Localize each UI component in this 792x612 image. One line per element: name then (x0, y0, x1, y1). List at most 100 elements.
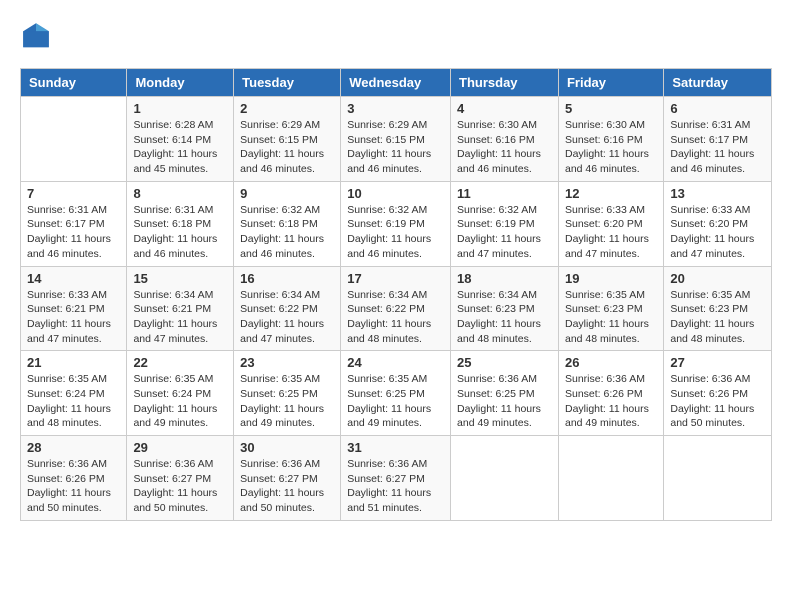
logo-icon (20, 20, 52, 52)
day-number: 19 (565, 271, 657, 286)
day-number: 4 (457, 101, 552, 116)
calendar-cell: 30 Sunrise: 6:36 AMSunset: 6:27 PMDaylig… (234, 436, 341, 521)
calendar-cell: 18 Sunrise: 6:34 AMSunset: 6:23 PMDaylig… (451, 266, 559, 351)
day-info: Sunrise: 6:29 AMSunset: 6:15 PMDaylight:… (240, 119, 324, 175)
calendar-cell (664, 436, 772, 521)
calendar-cell: 7 Sunrise: 6:31 AMSunset: 6:17 PMDayligh… (21, 181, 127, 266)
day-number: 20 (670, 271, 765, 286)
header-friday: Friday (558, 69, 663, 97)
calendar-cell: 12 Sunrise: 6:33 AMSunset: 6:20 PMDaylig… (558, 181, 663, 266)
calendar-cell: 20 Sunrise: 6:35 AMSunset: 6:23 PMDaylig… (664, 266, 772, 351)
header-tuesday: Tuesday (234, 69, 341, 97)
day-info: Sunrise: 6:34 AMSunset: 6:21 PMDaylight:… (133, 289, 217, 345)
day-info: Sunrise: 6:36 AMSunset: 6:25 PMDaylight:… (457, 373, 541, 429)
calendar-cell: 8 Sunrise: 6:31 AMSunset: 6:18 PMDayligh… (127, 181, 234, 266)
day-info: Sunrise: 6:29 AMSunset: 6:15 PMDaylight:… (347, 119, 431, 175)
day-number: 16 (240, 271, 334, 286)
day-info: Sunrise: 6:34 AMSunset: 6:22 PMDaylight:… (240, 289, 324, 345)
day-info: Sunrise: 6:32 AMSunset: 6:19 PMDaylight:… (347, 204, 431, 260)
calendar-cell: 29 Sunrise: 6:36 AMSunset: 6:27 PMDaylig… (127, 436, 234, 521)
day-number: 2 (240, 101, 334, 116)
week-row-5: 28 Sunrise: 6:36 AMSunset: 6:26 PMDaylig… (21, 436, 772, 521)
day-number: 15 (133, 271, 227, 286)
header-wednesday: Wednesday (341, 69, 451, 97)
header-thursday: Thursday (451, 69, 559, 97)
day-info: Sunrise: 6:35 AMSunset: 6:24 PMDaylight:… (27, 373, 111, 429)
week-row-2: 7 Sunrise: 6:31 AMSunset: 6:17 PMDayligh… (21, 181, 772, 266)
header-sunday: Sunday (21, 69, 127, 97)
day-info: Sunrise: 6:31 AMSunset: 6:18 PMDaylight:… (133, 204, 217, 260)
day-number: 7 (27, 186, 120, 201)
day-info: Sunrise: 6:33 AMSunset: 6:20 PMDaylight:… (670, 204, 754, 260)
day-info: Sunrise: 6:36 AMSunset: 6:27 PMDaylight:… (240, 458, 324, 514)
calendar-cell: 2 Sunrise: 6:29 AMSunset: 6:15 PMDayligh… (234, 97, 341, 182)
calendar-cell: 22 Sunrise: 6:35 AMSunset: 6:24 PMDaylig… (127, 351, 234, 436)
calendar-cell: 24 Sunrise: 6:35 AMSunset: 6:25 PMDaylig… (341, 351, 451, 436)
day-info: Sunrise: 6:35 AMSunset: 6:23 PMDaylight:… (670, 289, 754, 345)
header-row: SundayMondayTuesdayWednesdayThursdayFrid… (21, 69, 772, 97)
week-row-4: 21 Sunrise: 6:35 AMSunset: 6:24 PMDaylig… (21, 351, 772, 436)
day-number: 14 (27, 271, 120, 286)
calendar-cell: 16 Sunrise: 6:34 AMSunset: 6:22 PMDaylig… (234, 266, 341, 351)
calendar-cell: 10 Sunrise: 6:32 AMSunset: 6:19 PMDaylig… (341, 181, 451, 266)
calendar-cell: 19 Sunrise: 6:35 AMSunset: 6:23 PMDaylig… (558, 266, 663, 351)
calendar-cell (558, 436, 663, 521)
day-number: 6 (670, 101, 765, 116)
day-number: 27 (670, 355, 765, 370)
calendar-cell: 15 Sunrise: 6:34 AMSunset: 6:21 PMDaylig… (127, 266, 234, 351)
calendar-cell: 11 Sunrise: 6:32 AMSunset: 6:19 PMDaylig… (451, 181, 559, 266)
day-number: 23 (240, 355, 334, 370)
day-info: Sunrise: 6:34 AMSunset: 6:23 PMDaylight:… (457, 289, 541, 345)
header-saturday: Saturday (664, 69, 772, 97)
day-info: Sunrise: 6:28 AMSunset: 6:14 PMDaylight:… (133, 119, 217, 175)
day-info: Sunrise: 6:36 AMSunset: 6:26 PMDaylight:… (565, 373, 649, 429)
week-row-1: 1 Sunrise: 6:28 AMSunset: 6:14 PMDayligh… (21, 97, 772, 182)
calendar-cell: 21 Sunrise: 6:35 AMSunset: 6:24 PMDaylig… (21, 351, 127, 436)
calendar-cell: 17 Sunrise: 6:34 AMSunset: 6:22 PMDaylig… (341, 266, 451, 351)
day-number: 8 (133, 186, 227, 201)
calendar-cell: 6 Sunrise: 6:31 AMSunset: 6:17 PMDayligh… (664, 97, 772, 182)
header-monday: Monday (127, 69, 234, 97)
day-number: 10 (347, 186, 444, 201)
calendar-cell: 28 Sunrise: 6:36 AMSunset: 6:26 PMDaylig… (21, 436, 127, 521)
calendar-cell: 3 Sunrise: 6:29 AMSunset: 6:15 PMDayligh… (341, 97, 451, 182)
calendar-cell: 26 Sunrise: 6:36 AMSunset: 6:26 PMDaylig… (558, 351, 663, 436)
day-info: Sunrise: 6:36 AMSunset: 6:26 PMDaylight:… (27, 458, 111, 514)
day-info: Sunrise: 6:35 AMSunset: 6:23 PMDaylight:… (565, 289, 649, 345)
day-number: 22 (133, 355, 227, 370)
calendar-cell: 1 Sunrise: 6:28 AMSunset: 6:14 PMDayligh… (127, 97, 234, 182)
calendar-cell (451, 436, 559, 521)
day-number: 21 (27, 355, 120, 370)
day-info: Sunrise: 6:31 AMSunset: 6:17 PMDaylight:… (27, 204, 111, 260)
logo (20, 20, 56, 52)
page-header (20, 20, 772, 52)
day-number: 13 (670, 186, 765, 201)
calendar-cell (21, 97, 127, 182)
day-number: 17 (347, 271, 444, 286)
day-number: 9 (240, 186, 334, 201)
day-info: Sunrise: 6:36 AMSunset: 6:27 PMDaylight:… (133, 458, 217, 514)
day-number: 18 (457, 271, 552, 286)
day-number: 25 (457, 355, 552, 370)
day-info: Sunrise: 6:30 AMSunset: 6:16 PMDaylight:… (565, 119, 649, 175)
calendar-cell: 31 Sunrise: 6:36 AMSunset: 6:27 PMDaylig… (341, 436, 451, 521)
day-number: 3 (347, 101, 444, 116)
day-info: Sunrise: 6:33 AMSunset: 6:21 PMDaylight:… (27, 289, 111, 345)
day-number: 28 (27, 440, 120, 455)
day-info: Sunrise: 6:33 AMSunset: 6:20 PMDaylight:… (565, 204, 649, 260)
week-row-3: 14 Sunrise: 6:33 AMSunset: 6:21 PMDaylig… (21, 266, 772, 351)
day-number: 24 (347, 355, 444, 370)
day-number: 26 (565, 355, 657, 370)
day-info: Sunrise: 6:31 AMSunset: 6:17 PMDaylight:… (670, 119, 754, 175)
calendar-cell: 5 Sunrise: 6:30 AMSunset: 6:16 PMDayligh… (558, 97, 663, 182)
day-info: Sunrise: 6:35 AMSunset: 6:25 PMDaylight:… (347, 373, 431, 429)
day-info: Sunrise: 6:35 AMSunset: 6:24 PMDaylight:… (133, 373, 217, 429)
calendar-table: SundayMondayTuesdayWednesdayThursdayFrid… (20, 68, 772, 521)
day-number: 12 (565, 186, 657, 201)
day-info: Sunrise: 6:32 AMSunset: 6:18 PMDaylight:… (240, 204, 324, 260)
day-info: Sunrise: 6:32 AMSunset: 6:19 PMDaylight:… (457, 204, 541, 260)
day-info: Sunrise: 6:30 AMSunset: 6:16 PMDaylight:… (457, 119, 541, 175)
day-info: Sunrise: 6:34 AMSunset: 6:22 PMDaylight:… (347, 289, 431, 345)
day-number: 30 (240, 440, 334, 455)
calendar-cell: 27 Sunrise: 6:36 AMSunset: 6:26 PMDaylig… (664, 351, 772, 436)
